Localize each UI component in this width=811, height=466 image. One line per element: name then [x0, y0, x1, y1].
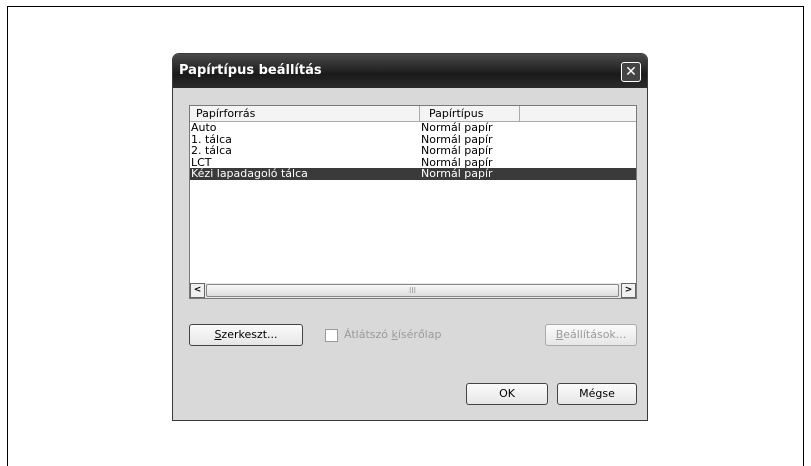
settings-label: eállítások... — [563, 328, 627, 341]
close-icon[interactable]: ✕ — [621, 62, 641, 82]
column-header-paper-source[interactable]: Papírforrás — [190, 106, 420, 121]
settings-button: Beállítások... — [545, 324, 637, 346]
paper-source-cell: Auto — [191, 121, 217, 134]
column-header-paper-type[interactable]: Papírtípus — [420, 106, 520, 121]
paper-source-cell: 2. tálca — [191, 144, 232, 157]
paper-source-list[interactable]: Papírforrás Papírtípus Auto Normál papír… — [189, 105, 637, 299]
paper-type-cell: Normál papír — [421, 121, 493, 134]
dialog-client-area: Papírforrás Papírtípus Auto Normál papír… — [177, 88, 643, 420]
list-item[interactable]: 2. tálca Normál papír — [190, 145, 636, 157]
scroll-right-icon[interactable]: > — [621, 283, 636, 298]
horizontal-scrollbar[interactable]: < III > — [190, 283, 636, 298]
paper-type-cell: Normál papír — [421, 144, 493, 157]
dialog-titlebar[interactable]: Papírtípus beállítás ✕ — [173, 54, 647, 88]
list-item-selected[interactable]: Kézi lapadagoló tálca Normál papír — [190, 168, 636, 180]
dialog-title: Papírtípus beállítás — [179, 63, 322, 78]
edit-label: zerkeszt... — [221, 328, 278, 341]
transparent-interleave-option: Átlátszó kísérőlap — [325, 328, 441, 342]
scroll-left-icon[interactable]: < — [190, 283, 205, 298]
transparent-interleave-checkbox — [325, 328, 338, 342]
checkbox-label-end: ísérőlap — [397, 328, 442, 341]
list-item[interactable]: Auto Normál papír — [190, 122, 636, 134]
scroll-thumb[interactable]: III — [206, 284, 619, 297]
list-header: Papírforrás Papírtípus — [190, 106, 636, 122]
paper-type-cell: Normál papír — [421, 167, 493, 180]
list-item[interactable]: 1. tálca Normál papír — [190, 133, 636, 146]
paper-type-dialog: Papírtípus beállítás ✕ Papírforrás Papír… — [173, 54, 647, 420]
paper-source-cell: Kézi lapadagoló tálca — [191, 167, 308, 180]
cancel-button[interactable]: Mégse — [557, 383, 637, 405]
edit-button[interactable]: Szerkeszt... — [189, 324, 303, 346]
checkbox-label-start: Átlátszó — [344, 328, 392, 341]
list-rows: Auto Normál papír 1. tálca Normál papír … — [190, 122, 636, 180]
ok-button[interactable]: OK — [466, 383, 548, 405]
